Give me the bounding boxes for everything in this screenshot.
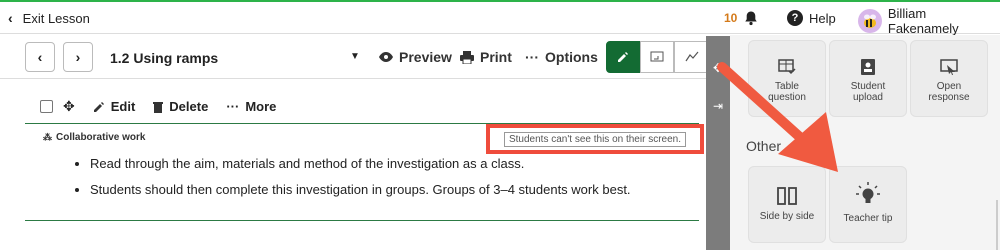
notification-count: 10: [724, 11, 738, 25]
card-label: Teacher tip: [843, 213, 893, 224]
drag-handle-icon[interactable]: ✥: [63, 98, 75, 115]
card-label: Table question: [768, 81, 806, 103]
panel-scrollbar[interactable]: [996, 200, 998, 250]
move-icon[interactable]: ✥: [706, 56, 730, 80]
other-section-label: Other: [746, 138, 782, 154]
caret-down-icon[interactable]: ▼: [350, 51, 360, 62]
list-item: Read through the aim, materials and meth…: [90, 151, 631, 177]
hint-highlight: Students can't see this on their screen.: [486, 124, 704, 154]
more-dots-icon: ···: [525, 49, 539, 65]
exit-lesson-link[interactable]: ‹ Exit Lesson: [8, 10, 90, 26]
open-response-icon: [940, 59, 958, 75]
card-teacher-tip[interactable]: Teacher tip: [829, 166, 907, 243]
print-button[interactable]: Print: [460, 49, 512, 65]
line-chart-icon: [685, 51, 698, 62]
collapse-panel-icon[interactable]: ⇥: [706, 94, 730, 118]
card-side-by-side[interactable]: Side by side: [748, 166, 826, 243]
chevron-left-icon: ‹: [37, 49, 43, 65]
exit-lesson-label: Exit Lesson: [22, 10, 90, 26]
card-student-upload[interactable]: Student upload: [829, 40, 907, 117]
card-label: Open response: [928, 81, 970, 103]
eye-icon: [379, 52, 393, 62]
user-name: Billiam Fakenamely: [887, 6, 959, 36]
delete-block-button[interactable]: Delete: [153, 99, 208, 114]
card-open-response[interactable]: Open response: [910, 40, 988, 117]
user-menu[interactable]: Billiam Fakenamely: [858, 6, 1000, 36]
collaborative-icon: ⁂: [43, 132, 52, 142]
chevron-right-icon: ›: [75, 49, 81, 65]
prev-lesson-button[interactable]: ‹: [25, 42, 55, 72]
present-mode-toggle[interactable]: [640, 41, 674, 73]
pencil-icon: [93, 101, 104, 112]
present-icon: [650, 51, 664, 62]
pencil-icon: [618, 52, 628, 62]
more-block-button[interactable]: ··· More: [226, 99, 276, 114]
table-check-icon: [778, 59, 796, 75]
student-upload-icon: [861, 59, 875, 75]
lesson-toolbar: ‹ › 1.2 Using ramps ▼ Preview Print ··· …: [0, 35, 730, 79]
bell-icon[interactable]: [743, 10, 759, 26]
help-button[interactable]: ? Help: [787, 10, 836, 26]
card-label: Side by side: [759, 211, 815, 222]
options-button[interactable]: ··· Options: [525, 49, 598, 65]
card-label: Student upload: [850, 81, 886, 103]
side-by-side-icon: [777, 187, 797, 205]
card-table-question[interactable]: Table question: [748, 40, 826, 117]
panel-rail: ✥ ⇥: [706, 36, 730, 250]
next-lesson-button[interactable]: ›: [63, 42, 93, 72]
block-toolbar: ✥ Edit Delete ··· More: [40, 98, 276, 115]
help-icon: ?: [787, 10, 803, 26]
analytics-mode-toggle[interactable]: [674, 41, 708, 73]
trash-icon: [153, 101, 164, 113]
printer-icon: [460, 50, 474, 64]
list-item: Students should then complete this inves…: [90, 177, 631, 203]
lightbulb-icon: [856, 182, 880, 203]
options-label: Options: [545, 49, 598, 65]
lesson-title[interactable]: 1.2 Using ramps: [110, 50, 218, 66]
edit-mode-toggle[interactable]: [606, 41, 640, 73]
block-bottom-divider: [25, 220, 699, 221]
block-bullets[interactable]: Read through the aim, materials and meth…: [76, 151, 631, 203]
block-select-checkbox[interactable]: [40, 100, 53, 113]
chevron-left-icon: ‹: [8, 10, 13, 26]
edit-label: Edit: [110, 99, 136, 114]
print-label: Print: [480, 49, 512, 65]
top-bar: ‹ Exit Lesson 10 ? Help Billiam Fakename…: [0, 2, 1000, 36]
more-label: More: [245, 99, 277, 114]
student-visibility-note: Students can't see this on their screen.: [503, 131, 686, 147]
bee-icon: [863, 14, 876, 28]
more-dots-icon: ···: [226, 99, 240, 114]
block-type-label: ⁂ Collaborative work: [43, 132, 145, 143]
edit-block-button[interactable]: Edit: [93, 99, 136, 114]
block-type-text: Collaborative work: [56, 132, 146, 143]
view-toggle: [606, 41, 708, 73]
preview-button[interactable]: Preview: [379, 49, 452, 65]
delete-label: Delete: [169, 99, 209, 114]
help-label: Help: [809, 10, 836, 26]
preview-label: Preview: [399, 49, 452, 65]
avatar: [858, 9, 882, 33]
